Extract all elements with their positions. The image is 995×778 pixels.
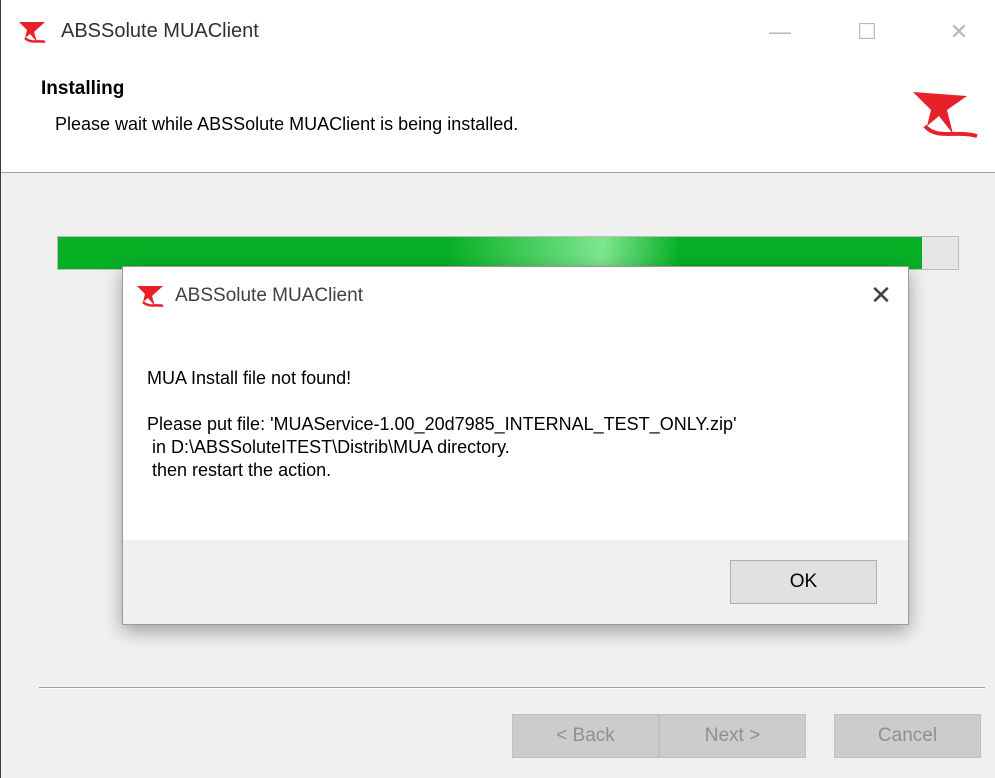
message-line <box>147 390 887 413</box>
message-line: in D:\ABSSoluteITEST\Distrib\MUA directo… <box>147 437 510 457</box>
dialog-title: ABSSolute MUAClient <box>175 285 363 306</box>
dialog-app-icon <box>137 286 164 308</box>
next-button[interactable]: Next > <box>659 714 806 758</box>
title-bar: ABSSolute MUAClient — ☐ ✕ <box>1 0 995 60</box>
page-subtitle: Please wait while ABSSolute MUAClient is… <box>55 114 519 134</box>
installer-window: ABSSolute MUAClient — ☐ ✕ Installing Ple… <box>0 0 995 778</box>
install-progress-bar <box>57 236 959 270</box>
error-dialog: ABSSolute MUAClient ✕ MUA Install file n… <box>122 266 909 625</box>
close-window-button[interactable]: ✕ <box>936 14 982 50</box>
message-line: then restart the action. <box>147 460 332 480</box>
installer-header: Installing Please wait while ABSSolute M… <box>1 60 995 173</box>
message-line: Please put file: 'MUAService-1.00_20d798… <box>147 414 737 434</box>
dialog-footer: OK <box>123 540 908 624</box>
page-title: Installing <box>41 78 125 99</box>
app-logo-icon <box>19 22 46 44</box>
dialog-close-icon[interactable]: ✕ <box>863 277 899 313</box>
minimize-button[interactable]: — <box>757 14 803 50</box>
message-line: MUA Install file not found! <box>147 368 352 388</box>
maximize-button[interactable]: ☐ <box>844 14 890 50</box>
dialog-message: MUA Install file not found! Please put f… <box>147 367 887 482</box>
footer-divider <box>39 687 985 689</box>
brand-logo-icon <box>913 92 978 138</box>
window-title: ABSSolute MUAClient <box>61 20 259 42</box>
progress-fill <box>58 237 922 269</box>
back-button[interactable]: < Back <box>512 714 659 758</box>
ok-button[interactable]: OK <box>730 560 877 604</box>
cancel-button[interactable]: Cancel <box>834 714 981 758</box>
